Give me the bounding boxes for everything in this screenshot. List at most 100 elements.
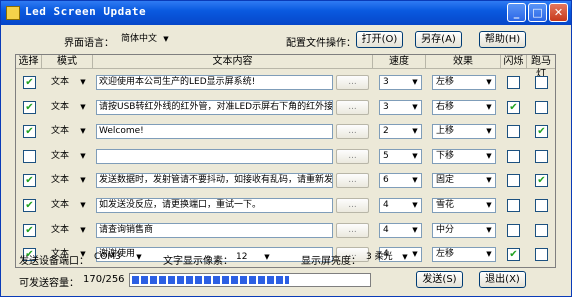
port-select[interactable]: COM3 ▼	[90, 250, 146, 265]
effect-value: 下移	[436, 150, 455, 161]
table-row: ✔ 文本 ▼ 请按USB转红外线的红外管，对准LED示屏右下角的红外接收头... 3 ▼ 右…	[16, 95, 555, 119]
text-content-input[interactable]: 发送数据时，发射管请不要抖动，如接收有乱码，请重新发送	[96, 173, 333, 189]
brightness-select[interactable]: 3 柔光 ▼	[362, 250, 412, 265]
table-row: ✔ 文本 ▼ 请查询销售商... 4 ▼ 中分 ▼	[16, 218, 555, 242]
chevron-down-icon: ▼	[486, 102, 492, 111]
text-content-input[interactable]: 欢迎使用本公司生产的LED显示屏系统!	[96, 75, 333, 90]
speed-select[interactable]: 2 ▼	[379, 124, 422, 140]
speed-select[interactable]: 3 ▼	[379, 75, 422, 90]
chevron-down-icon: ▼	[412, 201, 418, 209]
select-checkbox[interactable]: ✔	[23, 100, 36, 114]
mode-select[interactable]: 文本 ▼	[47, 124, 90, 139]
chevron-down-icon: ▼	[412, 151, 418, 160]
text-options-button[interactable]: ...	[336, 148, 369, 164]
mode-select[interactable]: 文本 ▼	[47, 75, 90, 90]
header-mode: 模式	[42, 55, 93, 69]
client-area: 界面语言： 简体中文 ▼ 配置文件操作： 打开(O) 另存(A) 帮助(H) 选…	[4, 26, 568, 294]
pixel-select[interactable]: 12 ▼	[232, 250, 274, 265]
maximize-button[interactable]: □	[528, 3, 547, 22]
speed-select[interactable]: 6 ▼	[379, 173, 422, 189]
effect-select[interactable]: 下移 ▼	[432, 148, 496, 164]
speed-select[interactable]: 3 ▼	[379, 99, 422, 115]
language-label: 界面语言：	[64, 38, 114, 49]
exit-button[interactable]: 退出(X)	[479, 271, 526, 288]
table-row: ✔ 文本 ▼ 欢迎使用本公司生产的LED显示屏系统!... 3 ▼ 左移 ▼	[16, 70, 555, 94]
progress-fill	[132, 276, 289, 284]
header-marquee: 跑马灯	[527, 55, 555, 80]
blink-checkbox[interactable]	[507, 223, 520, 237]
text-options-button[interactable]: ...	[336, 198, 369, 213]
mode-select[interactable]: 文本 ▼	[47, 100, 90, 115]
chevron-down-icon: ▼	[163, 35, 169, 43]
save-as-button[interactable]: 另存(A)	[415, 31, 462, 48]
text-content-input[interactable]: 如发送没反应，请更换端口，重试一下。	[96, 198, 333, 213]
text-options-button[interactable]: ...	[336, 173, 369, 189]
effect-select[interactable]: 右移 ▼	[432, 99, 496, 115]
select-checkbox[interactable]	[23, 149, 36, 163]
send-button[interactable]: 发送(S)	[416, 271, 463, 288]
text-options-button[interactable]: ...	[336, 99, 369, 115]
text-content-input[interactable]: 请查询销售商	[96, 222, 333, 238]
text-content-input[interactable]: Welcome!	[96, 124, 333, 140]
blink-checkbox[interactable]	[507, 125, 520, 139]
select-checkbox[interactable]: ✔	[23, 125, 36, 139]
blink-checkbox[interactable]	[507, 149, 520, 163]
marquee-checkbox[interactable]: ✔	[535, 125, 548, 139]
marquee-checkbox[interactable]	[535, 199, 548, 212]
chevron-down-icon: ▼	[486, 176, 492, 185]
blink-checkbox[interactable]	[507, 76, 520, 89]
effect-value: 雪花	[436, 200, 455, 210]
marquee-checkbox[interactable]: ✔	[535, 174, 548, 188]
select-checkbox[interactable]: ✔	[23, 76, 36, 89]
app-window: Led Screen Update _ □ ✕ 界面语言： 简体中文 ▼ 配置文…	[0, 0, 572, 297]
text-content-input[interactable]	[96, 148, 333, 164]
chevron-down-icon: ▼	[80, 102, 86, 111]
close-button[interactable]: ✕	[549, 3, 568, 22]
open-button[interactable]: 打开(O)	[356, 31, 403, 48]
mode-select[interactable]: 文本 ▼	[47, 173, 90, 188]
minimize-button[interactable]: _	[507, 3, 526, 22]
text-options-button[interactable]: ...	[336, 75, 369, 90]
effect-select[interactable]: 左移 ▼	[432, 75, 496, 90]
pixel-label: 文字显示像素：	[163, 256, 233, 267]
effect-select[interactable]: 中分 ▼	[432, 222, 496, 238]
text-content-input[interactable]: 请按USB转红外线的红外管，对准LED示屏右下角的红外接收头	[96, 99, 333, 115]
header-effect: 效果	[426, 55, 501, 69]
title-bar[interactable]: Led Screen Update _ □ ✕	[1, 1, 571, 25]
mode-select[interactable]: 文本 ▼	[47, 149, 90, 164]
effect-select[interactable]: 左移 ▼	[432, 247, 496, 263]
capacity-label: 可发送容量：	[19, 278, 79, 289]
marquee-checkbox[interactable]	[535, 248, 548, 262]
text-options-button[interactable]: ...	[336, 124, 369, 140]
effect-select[interactable]: 雪花 ▼	[432, 198, 496, 213]
effect-select[interactable]: 固定 ▼	[432, 173, 496, 189]
select-checkbox[interactable]: ✔	[23, 223, 36, 237]
mode-value: 文本	[51, 224, 70, 235]
marquee-checkbox[interactable]	[535, 149, 548, 163]
speed-value: 4	[383, 224, 389, 235]
select-checkbox[interactable]: ✔	[23, 199, 36, 212]
text-options-button[interactable]: ...	[336, 222, 369, 238]
language-value: 简体中文	[121, 34, 158, 44]
table-row: ✔ 文本 ▼ 如发送没反应，请更换端口，重试一下。... 4 ▼ 雪花 ▼	[16, 193, 555, 217]
marquee-checkbox[interactable]	[535, 100, 548, 114]
chevron-down-icon: ▼	[80, 127, 86, 136]
mode-select[interactable]: 文本 ▼	[47, 198, 90, 213]
language-select[interactable]: 简体中文 ▼	[117, 32, 173, 47]
mode-select[interactable]: 文本 ▼	[47, 223, 90, 238]
blink-checkbox[interactable]: ✔	[507, 100, 520, 114]
marquee-checkbox[interactable]	[535, 223, 548, 237]
select-checkbox[interactable]: ✔	[23, 174, 36, 188]
effect-select[interactable]: 上移 ▼	[432, 124, 496, 140]
blink-checkbox[interactable]	[507, 174, 520, 188]
speed-select[interactable]: 4 ▼	[379, 222, 422, 238]
marquee-checkbox[interactable]	[535, 76, 548, 89]
blink-checkbox[interactable]: ✔	[507, 248, 520, 262]
mode-value: 文本	[51, 126, 70, 137]
speed-select[interactable]: 5 ▼	[379, 148, 422, 164]
help-button[interactable]: 帮助(H)	[479, 31, 526, 48]
speed-value: 5	[383, 150, 389, 161]
speed-select[interactable]: 4 ▼	[379, 198, 422, 213]
blink-checkbox[interactable]	[507, 199, 520, 212]
chevron-down-icon: ▼	[412, 176, 418, 185]
